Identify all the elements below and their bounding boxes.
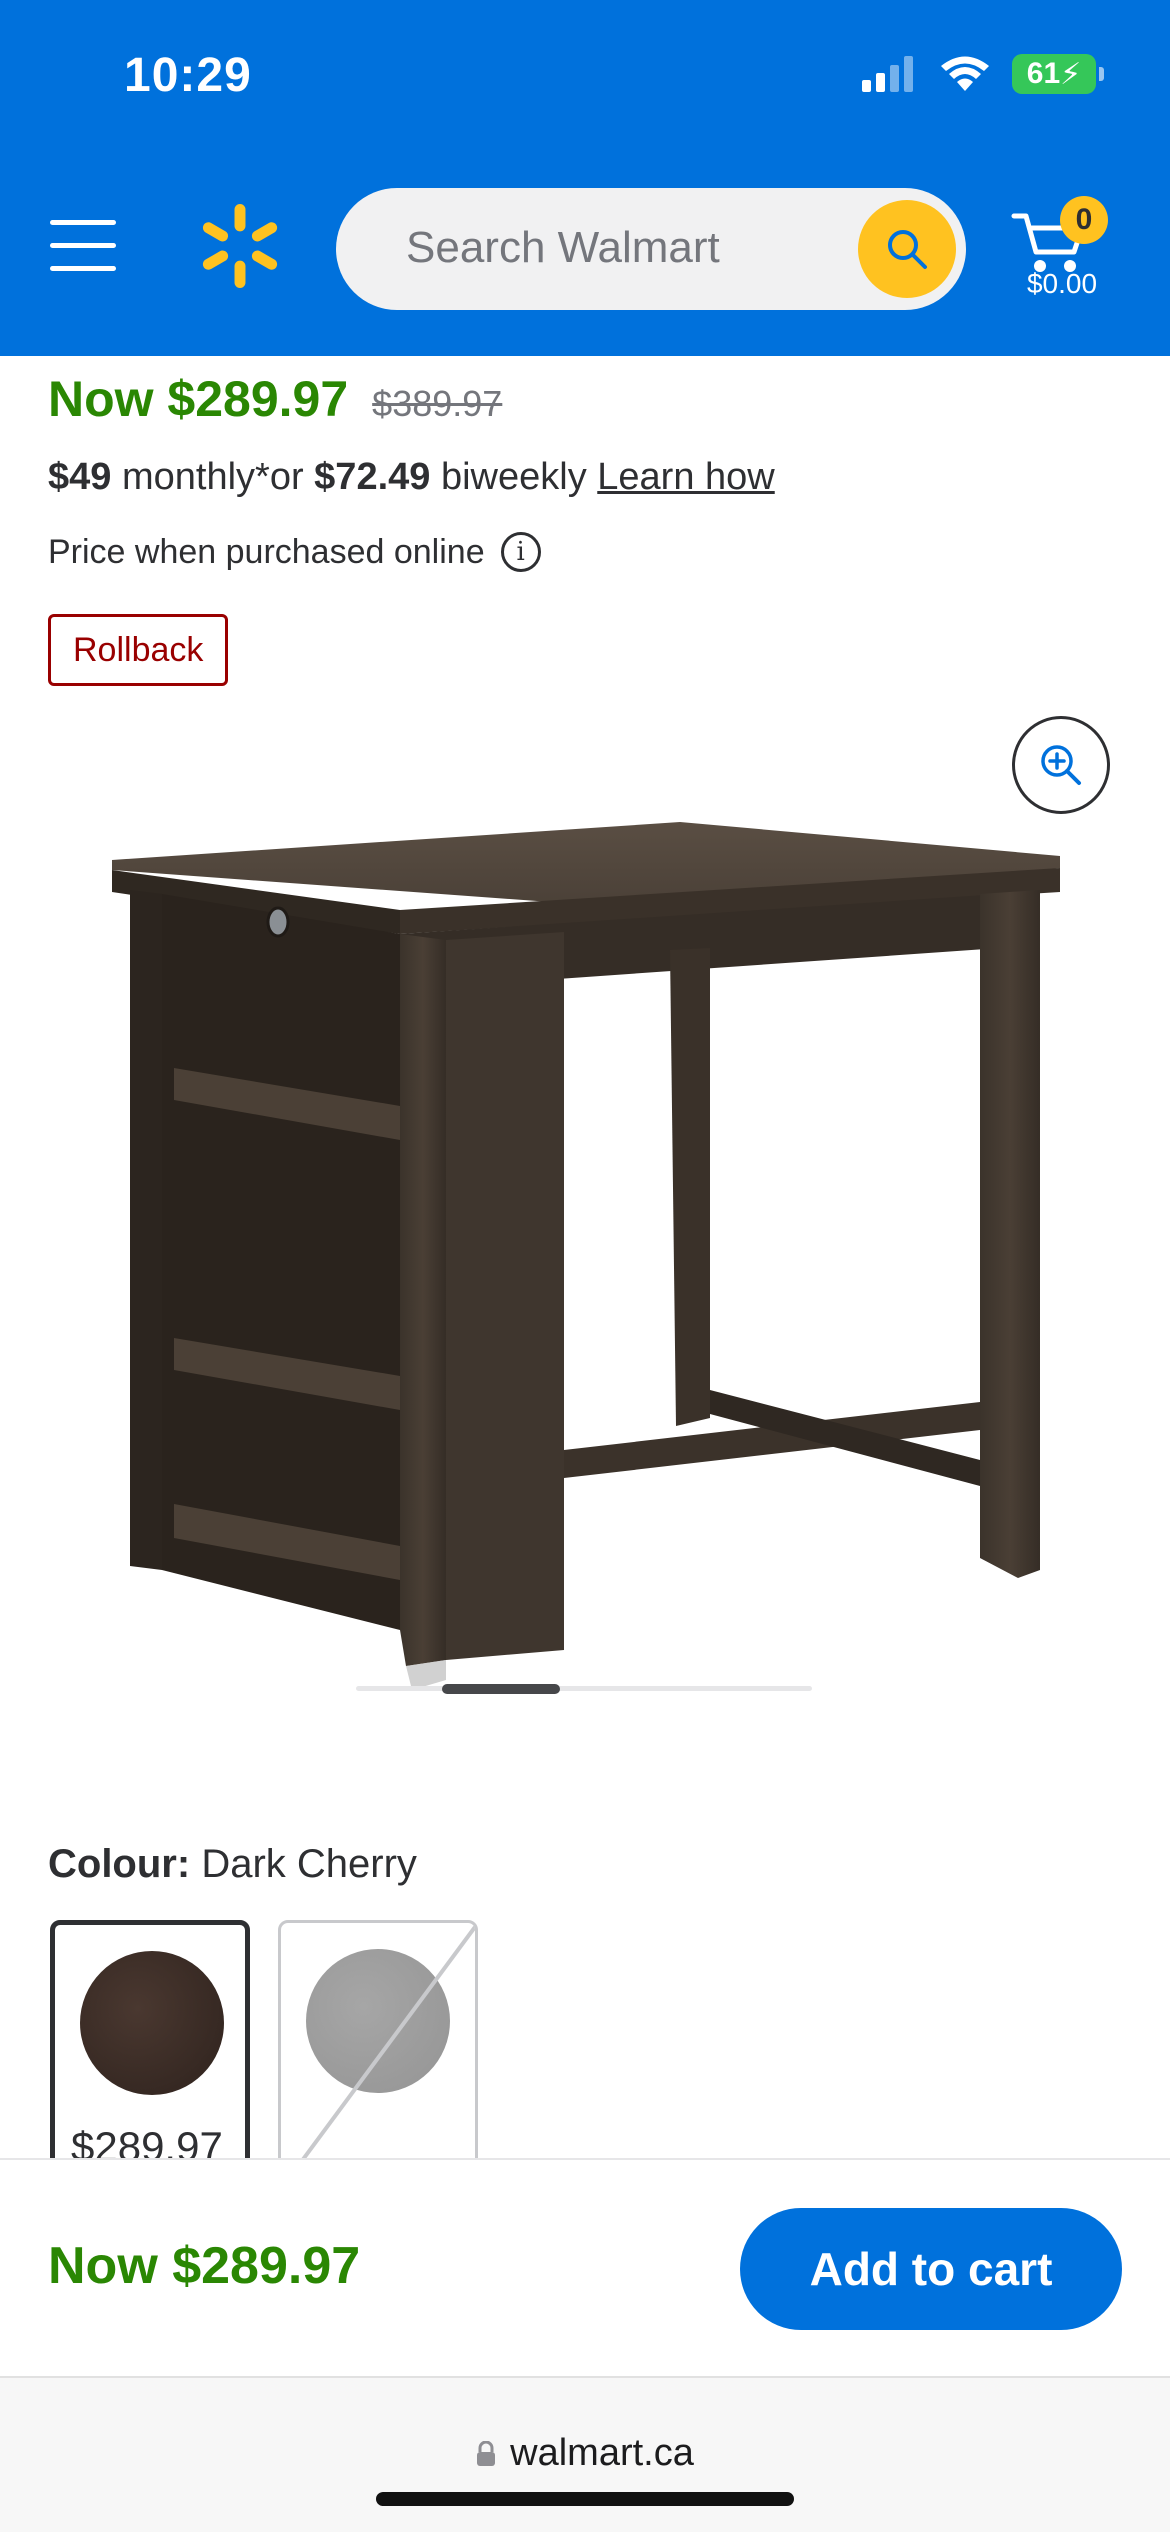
status-icons: 61 ⚡ [862,54,1104,94]
lock-icon [477,2440,496,2466]
price-row: Now $289.97 $389.97 [48,370,502,428]
cart-count-badge: 0 [1060,196,1108,244]
search-input[interactable] [406,216,806,280]
unavailable-strike [287,1925,475,2177]
biweekly-amount: $72.49 [314,456,431,498]
home-indicator [376,2492,794,2506]
search-icon [888,230,927,269]
sticky-add-to-cart-bar: Now $289.97 Add to cart [0,2158,1170,2376]
cellular-signal-icon [862,56,913,92]
colour-swatch-dark-cherry[interactable]: $289.97 [50,1920,250,2180]
financing-line: $49 monthly*or $72.49 biweekly Learn how [48,456,775,499]
bottom-price: Now $289.97 [48,2237,361,2295]
search-bar[interactable] [336,188,966,310]
url-text: walmart.ca [510,2432,694,2474]
online-price-text: Price when purchased online [48,532,485,571]
charging-bolt-icon: ⚡ [1060,57,1082,91]
carousel-indicator[interactable] [442,1684,560,1694]
colour-label-title: Colour: [48,1842,191,1886]
rollback-badge: Rollback [48,614,229,686]
menu-icon-line [50,243,116,248]
walmart-spark-logo[interactable] [198,200,282,292]
colour-swatch-grey-unavailable[interactable] [278,1920,478,2180]
menu-icon-line [50,220,116,225]
menu-icon-line [50,266,116,271]
biweekly-text: biweekly [440,456,587,498]
carousel-track[interactable] [356,1686,812,1691]
online-price-note: Price when purchased online i [48,532,541,572]
url-display[interactable]: walmart.ca [0,2432,1170,2475]
zoom-button[interactable] [1012,716,1110,814]
status-time: 10:29 [124,49,252,102]
colour-label: Colour: Dark Cherry [48,1842,417,1887]
browser-url-bar[interactable]: walmart.ca [0,2376,1170,2532]
menu-button[interactable] [50,220,116,274]
add-to-cart-button[interactable]: Add to cart [740,2208,1122,2330]
zoom-in-icon [1041,745,1081,785]
cart-total: $0.00 [1026,268,1098,299]
swatch-color [80,1951,224,2095]
colour-selected-value: Dark Cherry [201,1842,417,1886]
monthly-amount: $49 [48,456,112,498]
header: 10:29 61 ⚡ Search Walmart 0 $0.00 [0,0,1170,356]
search-button[interactable] [858,200,956,298]
learn-how-link[interactable]: Learn how [597,456,774,498]
monthly-text: monthly*or [121,456,304,498]
info-icon[interactable]: i [500,532,541,572]
product-image-table[interactable] [100,810,1070,1710]
was-price: $389.97 [372,383,503,424]
battery-indicator: 61 ⚡ [1012,54,1104,94]
current-price: Now $289.97 [48,371,349,427]
wifi-icon [941,56,989,91]
battery-level: 61 [1026,57,1061,90]
